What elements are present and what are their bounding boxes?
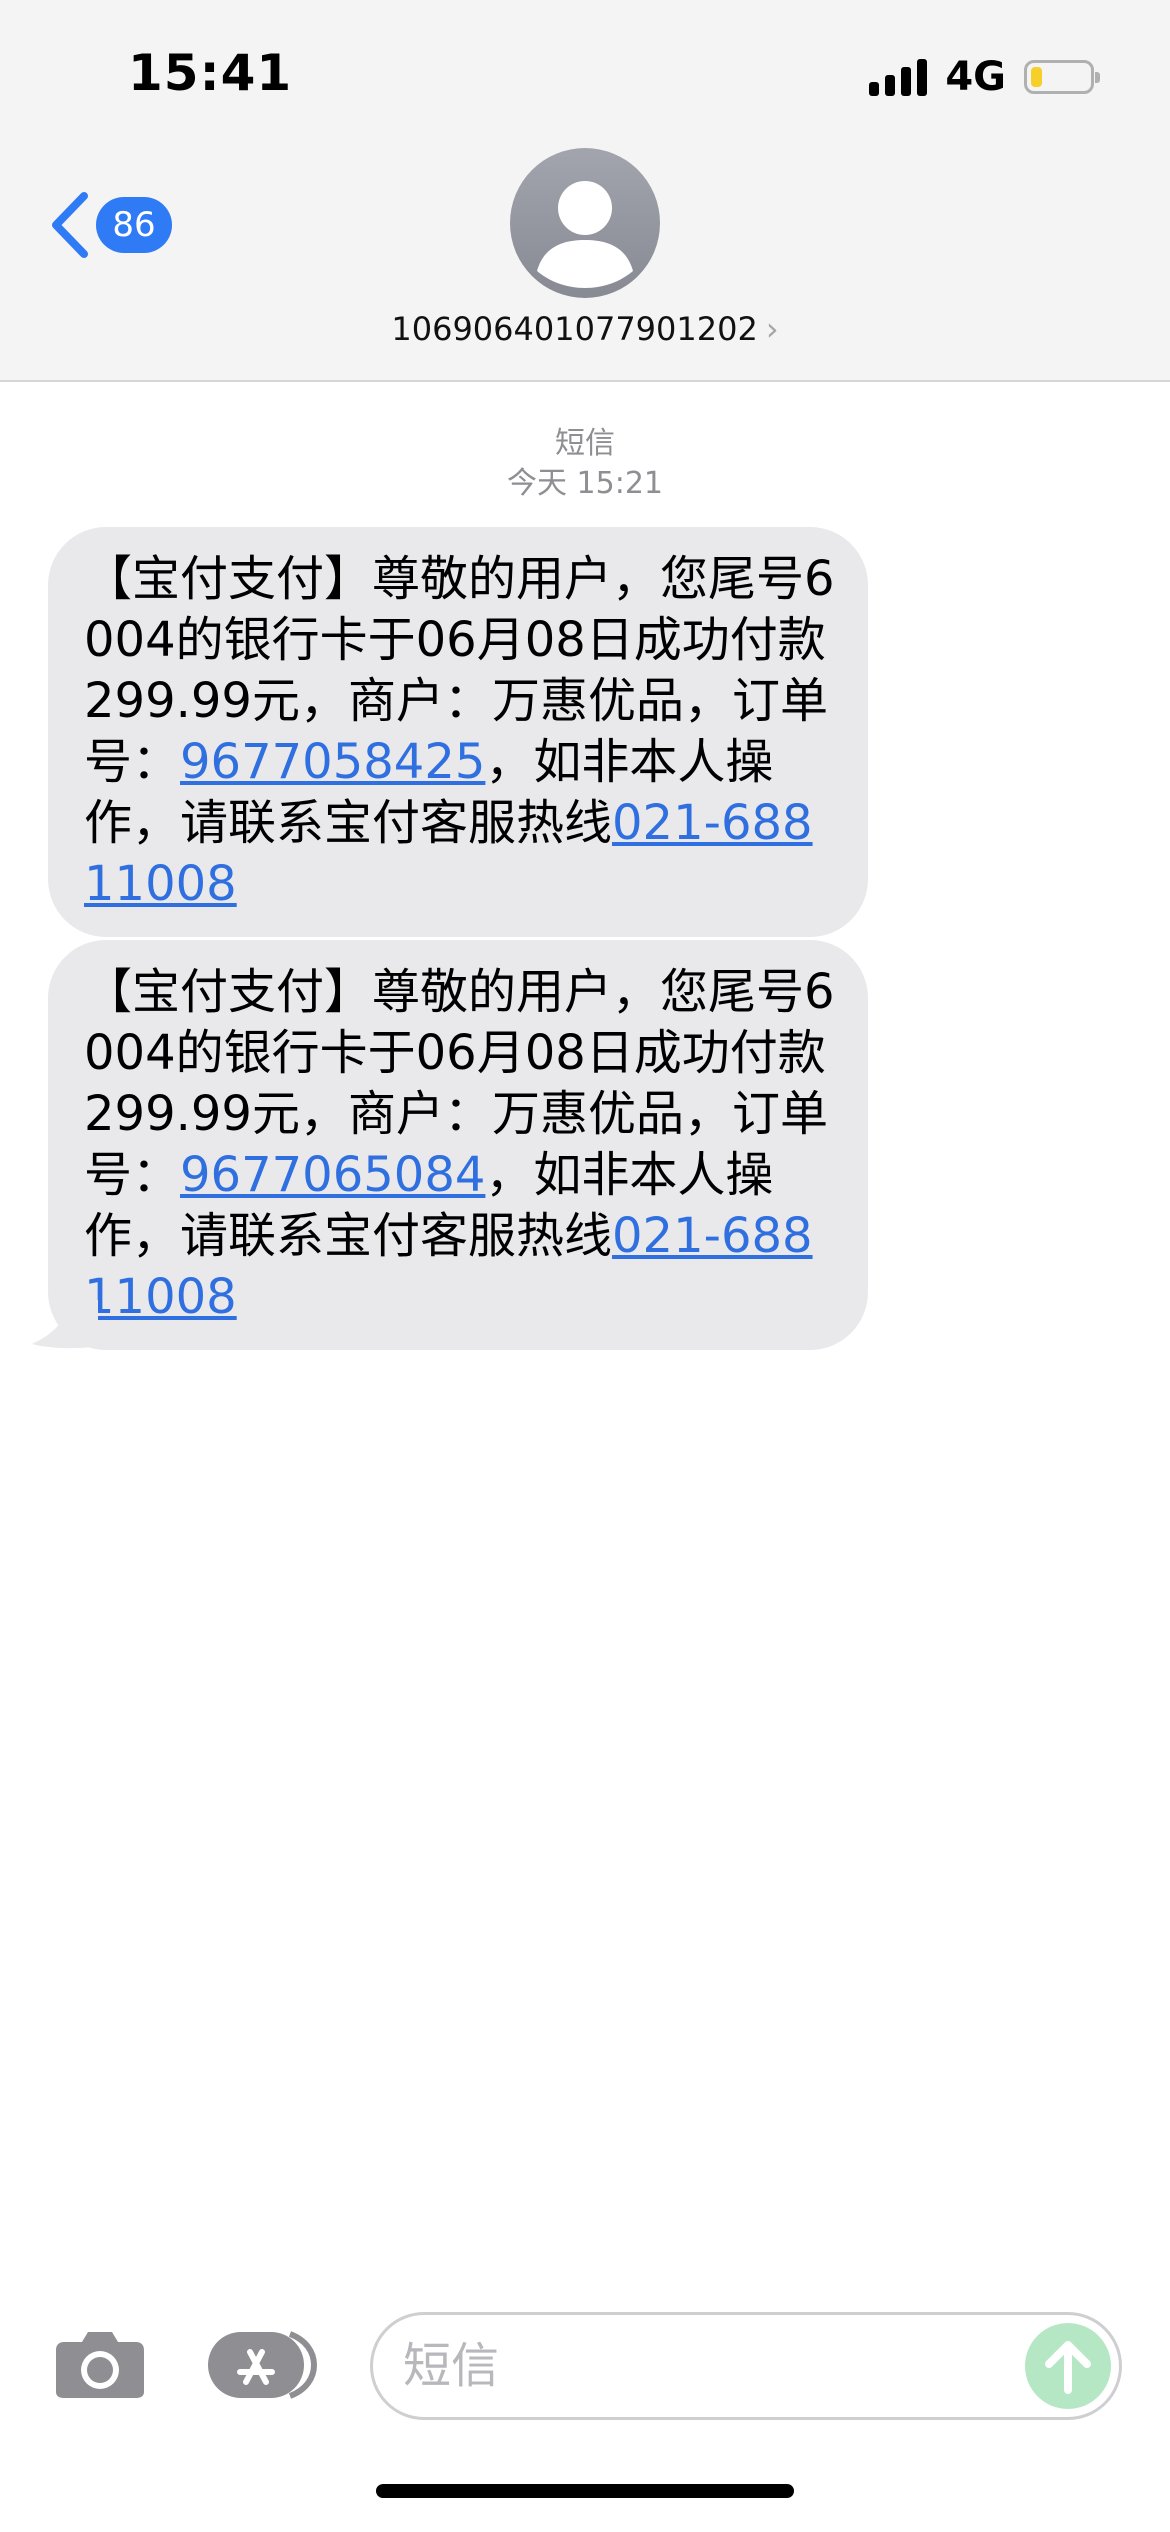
- bubble-tail: [32, 1300, 98, 1349]
- send-button[interactable]: [1025, 2323, 1111, 2409]
- order-number-link[interactable]: 9677065084: [180, 1147, 485, 1203]
- battery-nub: [1095, 72, 1100, 83]
- app-store-icon: [208, 2331, 318, 2399]
- message-bubble[interactable]: 【宝付支付】尊敬的用户，您尾号6004的银行卡于06月08日成功付款299.99…: [48, 527, 868, 937]
- order-number-link[interactable]: 9677058425: [180, 734, 485, 790]
- network-type: 4G: [945, 54, 1006, 100]
- signal-icon: [869, 58, 928, 96]
- chevron-right-icon: ›: [765, 310, 779, 348]
- battery-level: [1031, 67, 1042, 87]
- contact-number: 106906401077901202: [391, 310, 758, 348]
- battery-icon: [1024, 60, 1100, 94]
- service-label: 短信: [555, 426, 615, 461]
- contact-avatar[interactable]: [510, 148, 660, 298]
- chevron-left-icon: [52, 192, 88, 258]
- message-bubble[interactable]: 【宝付支付】尊敬的用户，您尾号6004的银行卡于06月08日成功付款299.99…: [48, 940, 868, 1350]
- camera-button[interactable]: [54, 2328, 146, 2404]
- apps-button[interactable]: [206, 2330, 318, 2404]
- message-input-container[interactable]: [370, 2312, 1122, 2420]
- unread-count-badge: 86: [96, 197, 172, 253]
- date-label: 今天 15:21: [507, 466, 663, 501]
- camera-icon: [56, 2332, 144, 2398]
- status-indicators: 4G: [869, 52, 1100, 102]
- message-input[interactable]: [403, 2315, 1043, 2417]
- back-button[interactable]: 86: [48, 190, 172, 260]
- status-time: 15:41: [128, 44, 293, 102]
- contact-number-row[interactable]: 106906401077901202 ›: [0, 310, 1170, 348]
- person-icon: [537, 181, 633, 288]
- arrow-up-icon: [1045, 2341, 1091, 2394]
- nav-header: 15:41 4G 86 106906401077901202 ›: [0, 0, 1170, 382]
- home-indicator[interactable]: [376, 2484, 794, 2498]
